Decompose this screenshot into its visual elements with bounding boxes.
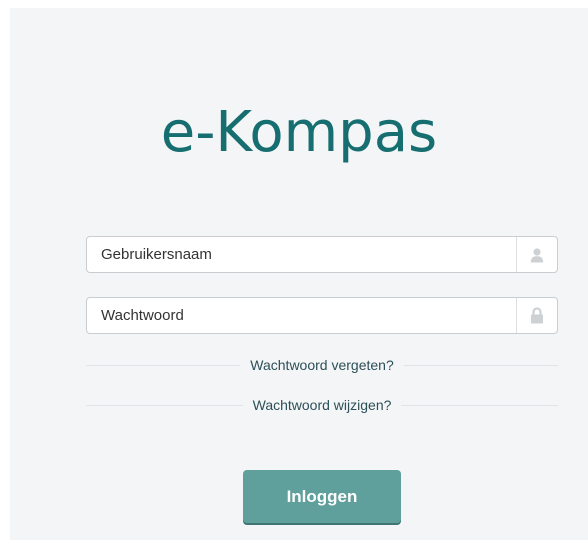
divider-line — [403, 364, 559, 366]
username-input[interactable] — [87, 237, 531, 272]
forgot-password-row: Wachtwoord vergeten? — [86, 355, 559, 375]
password-field[interactable] — [86, 297, 558, 334]
forgot-password-link[interactable]: Wachtwoord vergeten? — [240, 357, 403, 373]
login-button[interactable]: Inloggen — [243, 470, 401, 523]
user-icon — [516, 237, 557, 272]
login-panel: e-Kompas Wachtwoord vergeten? Wachtwoord… — [10, 8, 588, 540]
app-title: e-Kompas — [160, 100, 438, 165]
lock-icon — [516, 298, 557, 333]
change-password-row: Wachtwoord wijzigen? — [86, 395, 559, 415]
divider-line — [86, 404, 243, 406]
password-input[interactable] — [87, 298, 531, 333]
change-password-link[interactable]: Wachtwoord wijzigen? — [243, 397, 402, 413]
username-field[interactable] — [86, 236, 558, 273]
divider-line — [401, 404, 559, 406]
divider-line — [86, 364, 241, 366]
